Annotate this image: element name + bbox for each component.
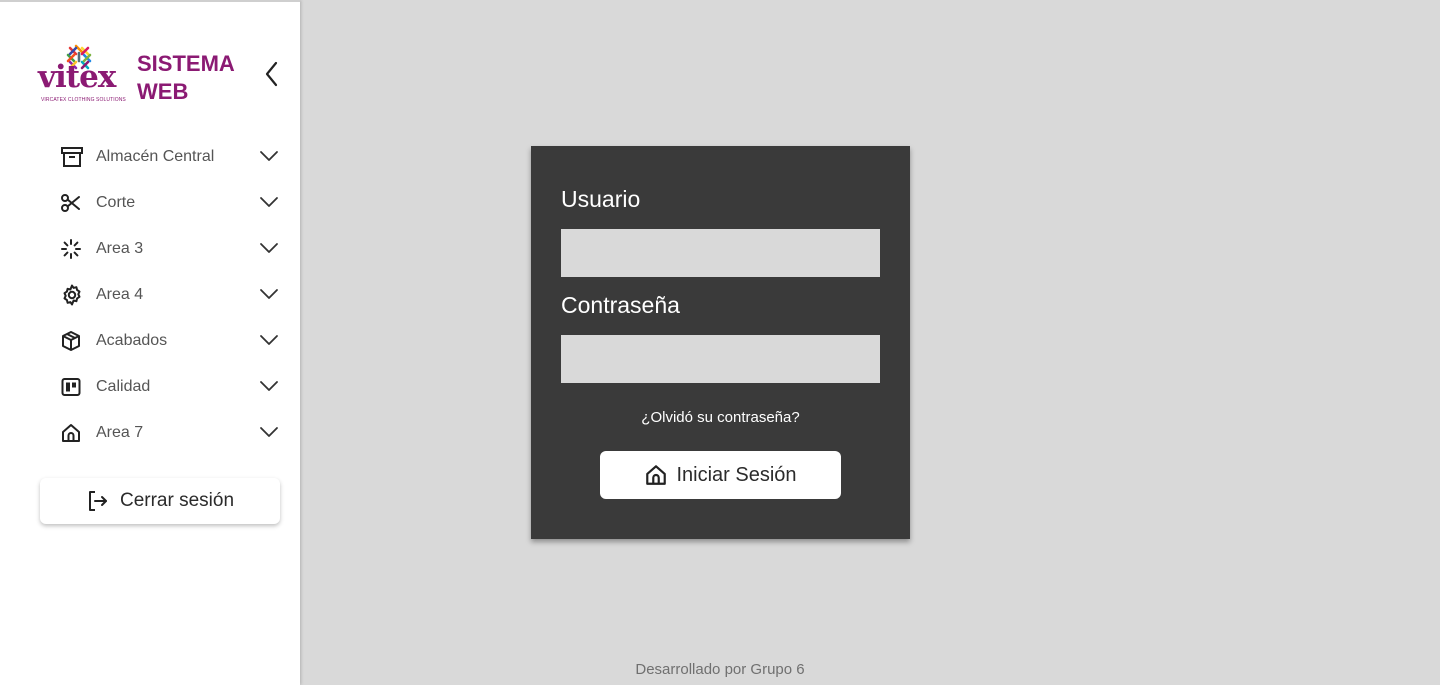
login-button-label: Iniciar Sesión bbox=[676, 463, 797, 486]
board-icon bbox=[60, 375, 88, 399]
sidebar-item-area-7[interactable]: Area 7 bbox=[60, 410, 285, 456]
chevron-down-icon bbox=[260, 381, 278, 391]
home-icon bbox=[60, 421, 88, 445]
sidebar-item-label: Area 4 bbox=[96, 286, 144, 303]
home-icon bbox=[646, 465, 667, 485]
logout-button[interactable]: Cerrar sesión bbox=[40, 478, 280, 524]
username-label: Usuario bbox=[561, 186, 641, 212]
brand-logo: vitex VIRCATEX CLOTHING SOLUTIONS bbox=[38, 42, 126, 106]
chevron-down-icon bbox=[260, 151, 278, 161]
login-button[interactable]: Iniciar Sesión bbox=[600, 451, 841, 499]
login-card: Usuario Contraseña ¿Olvidó su contraseña… bbox=[531, 146, 910, 539]
sidebar-item-label: Almacén Central bbox=[96, 148, 215, 165]
gear-icon bbox=[60, 283, 88, 307]
footer-credit: Desarrollado por Grupo 6 bbox=[635, 661, 805, 678]
package-icon bbox=[60, 329, 88, 353]
logout-label: Cerrar sesión bbox=[119, 490, 235, 511]
chevron-down-icon bbox=[260, 335, 278, 345]
sidebar-item-acabados[interactable]: Acabados bbox=[60, 318, 285, 364]
sidebar-item-label: Acabados bbox=[96, 332, 168, 349]
sidebar-item-corte[interactable]: Corte bbox=[60, 180, 285, 226]
sidebar-item-label: Corte bbox=[96, 194, 136, 211]
logout-icon bbox=[88, 491, 107, 511]
sidebar-nav: Almacén Central Corte Area 3 Area 4 Acab… bbox=[60, 134, 285, 456]
scissors-icon bbox=[60, 191, 88, 215]
username-field[interactable] bbox=[561, 229, 880, 277]
chevron-down-icon bbox=[260, 289, 278, 299]
chevron-down-icon bbox=[260, 197, 278, 207]
sidebar-item-label: Area 3 bbox=[96, 240, 144, 257]
chevron-down-icon bbox=[260, 427, 278, 437]
chevron-left-icon bbox=[265, 61, 278, 87]
sidebar-item-label: Area 7 bbox=[96, 424, 144, 441]
sidebar-item-area-4[interactable]: Area 4 bbox=[60, 272, 285, 318]
sidebar-item-almacen-central[interactable]: Almacén Central bbox=[60, 134, 285, 180]
sidebar-item-label: Calidad bbox=[96, 378, 151, 395]
chevron-down-icon bbox=[260, 243, 278, 253]
archive-icon bbox=[60, 145, 88, 169]
password-label: Contraseña bbox=[561, 292, 680, 318]
brand-tagline: VIRCATEX CLOTHING SOLUTIONS bbox=[41, 97, 126, 103]
app-title: SISTEMA WEB bbox=[137, 51, 234, 104]
sidebar-item-calidad[interactable]: Calidad bbox=[60, 364, 285, 410]
brand-word: vitex bbox=[38, 59, 116, 95]
collapse-sidebar-button[interactable] bbox=[260, 60, 284, 88]
sidebar-item-area-3[interactable]: Area 3 bbox=[60, 226, 285, 272]
password-field[interactable] bbox=[561, 335, 880, 383]
forgot-password-link[interactable]: ¿Olvidó su contraseña? bbox=[531, 409, 910, 426]
loader-icon bbox=[60, 237, 88, 261]
sidebar: vitex VIRCATEX CLOTHING SOLUTIONS SISTEM… bbox=[0, 0, 300, 685]
